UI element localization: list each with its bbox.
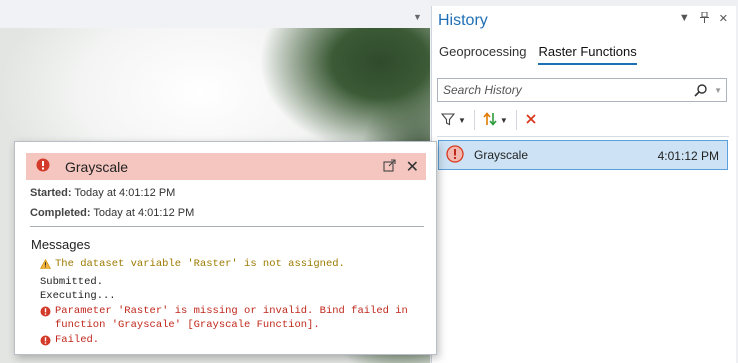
sort-button[interactable]: ▼ xyxy=(479,109,512,131)
history-entry[interactable]: Grayscale 4:01:12 PM xyxy=(438,140,728,170)
messages-list: The dataset variable 'Raster' is not ass… xyxy=(39,257,425,352)
message-text: The dataset variable 'Raster' is not ass… xyxy=(55,258,345,270)
search-icon[interactable] xyxy=(694,83,708,97)
search-options-icon[interactable]: ▼ xyxy=(714,86,722,95)
message-error: Parameter 'Raster' is missing or invalid… xyxy=(40,304,425,333)
delete-icon xyxy=(525,113,537,128)
message-info: Executing... xyxy=(40,289,425,304)
tab-raster-functions[interactable]: Raster Functions xyxy=(538,44,637,65)
started-label: Started: xyxy=(30,187,72,199)
started-value: Today at 4:01:12 PM xyxy=(74,187,176,199)
toolbar-divider xyxy=(437,136,729,137)
message-error: Failed. xyxy=(40,333,425,352)
close-pane-icon[interactable]: ✕ xyxy=(719,12,728,26)
chevron-down-icon: ▼ xyxy=(458,115,466,125)
error-icon xyxy=(40,306,51,323)
popup-header: Grayscale ✕ xyxy=(26,153,426,180)
message-warning: The dataset variable 'Raster' is not ass… xyxy=(39,257,425,275)
toolbar-separator xyxy=(473,110,475,130)
search-input[interactable] xyxy=(438,79,678,101)
error-icon xyxy=(40,335,51,352)
filter-icon xyxy=(440,112,456,129)
remove-button[interactable] xyxy=(521,109,541,131)
open-in-window-icon[interactable] xyxy=(383,159,396,175)
message-text: Failed. xyxy=(55,333,100,346)
pane-options-icon[interactable]: ▼ xyxy=(679,12,690,26)
history-toolbar: ▼ ▼ xyxy=(437,108,541,132)
entry-time: 4:01:12 PM xyxy=(657,149,719,163)
history-tabs: Geoprocessing Raster Functions xyxy=(439,44,637,65)
completed-info: Completed: Today at 4:01:12 PM xyxy=(30,207,194,219)
message-info: Submitted. xyxy=(40,275,425,290)
entry-details-popup: Grayscale ✕ Started: Today at 4:01:12 PM… xyxy=(14,141,437,355)
entry-name: Grayscale xyxy=(474,148,529,162)
message-text: Submitted. xyxy=(40,275,104,288)
pane-controls: ▼ ✕ xyxy=(679,11,728,26)
toolbar-separator xyxy=(515,110,517,130)
error-status-icon xyxy=(36,158,50,175)
popup-divider xyxy=(30,226,424,227)
close-icon[interactable]: ✕ xyxy=(406,157,419,177)
error-status-icon xyxy=(446,144,464,166)
warning-icon xyxy=(39,258,52,275)
popup-title: Grayscale xyxy=(65,158,129,175)
pane-title: History xyxy=(438,12,488,29)
tab-geoprocessing[interactable]: Geoprocessing xyxy=(439,44,526,65)
completed-label: Completed: xyxy=(30,207,91,219)
message-text: Executing... xyxy=(40,290,116,303)
pin-icon[interactable] xyxy=(699,11,709,26)
chevron-down-icon: ▼ xyxy=(499,115,508,125)
completed-value: Today at 4:01:12 PM xyxy=(93,207,195,219)
messages-heading: Messages xyxy=(31,237,91,252)
search-box: ▼ xyxy=(437,78,727,102)
sort-icon xyxy=(483,111,497,130)
history-pane: History ▼ ✕ Geoprocessing Raster Functio… xyxy=(431,6,736,363)
message-text: Parameter 'Raster' is missing or invalid… xyxy=(55,304,408,332)
started-info: Started: Today at 4:01:12 PM xyxy=(30,187,175,199)
filter-button[interactable]: ▼ xyxy=(437,109,470,131)
map-menu-arrow-icon[interactable]: ▼ xyxy=(413,12,422,22)
map-tab-strip xyxy=(0,0,430,28)
